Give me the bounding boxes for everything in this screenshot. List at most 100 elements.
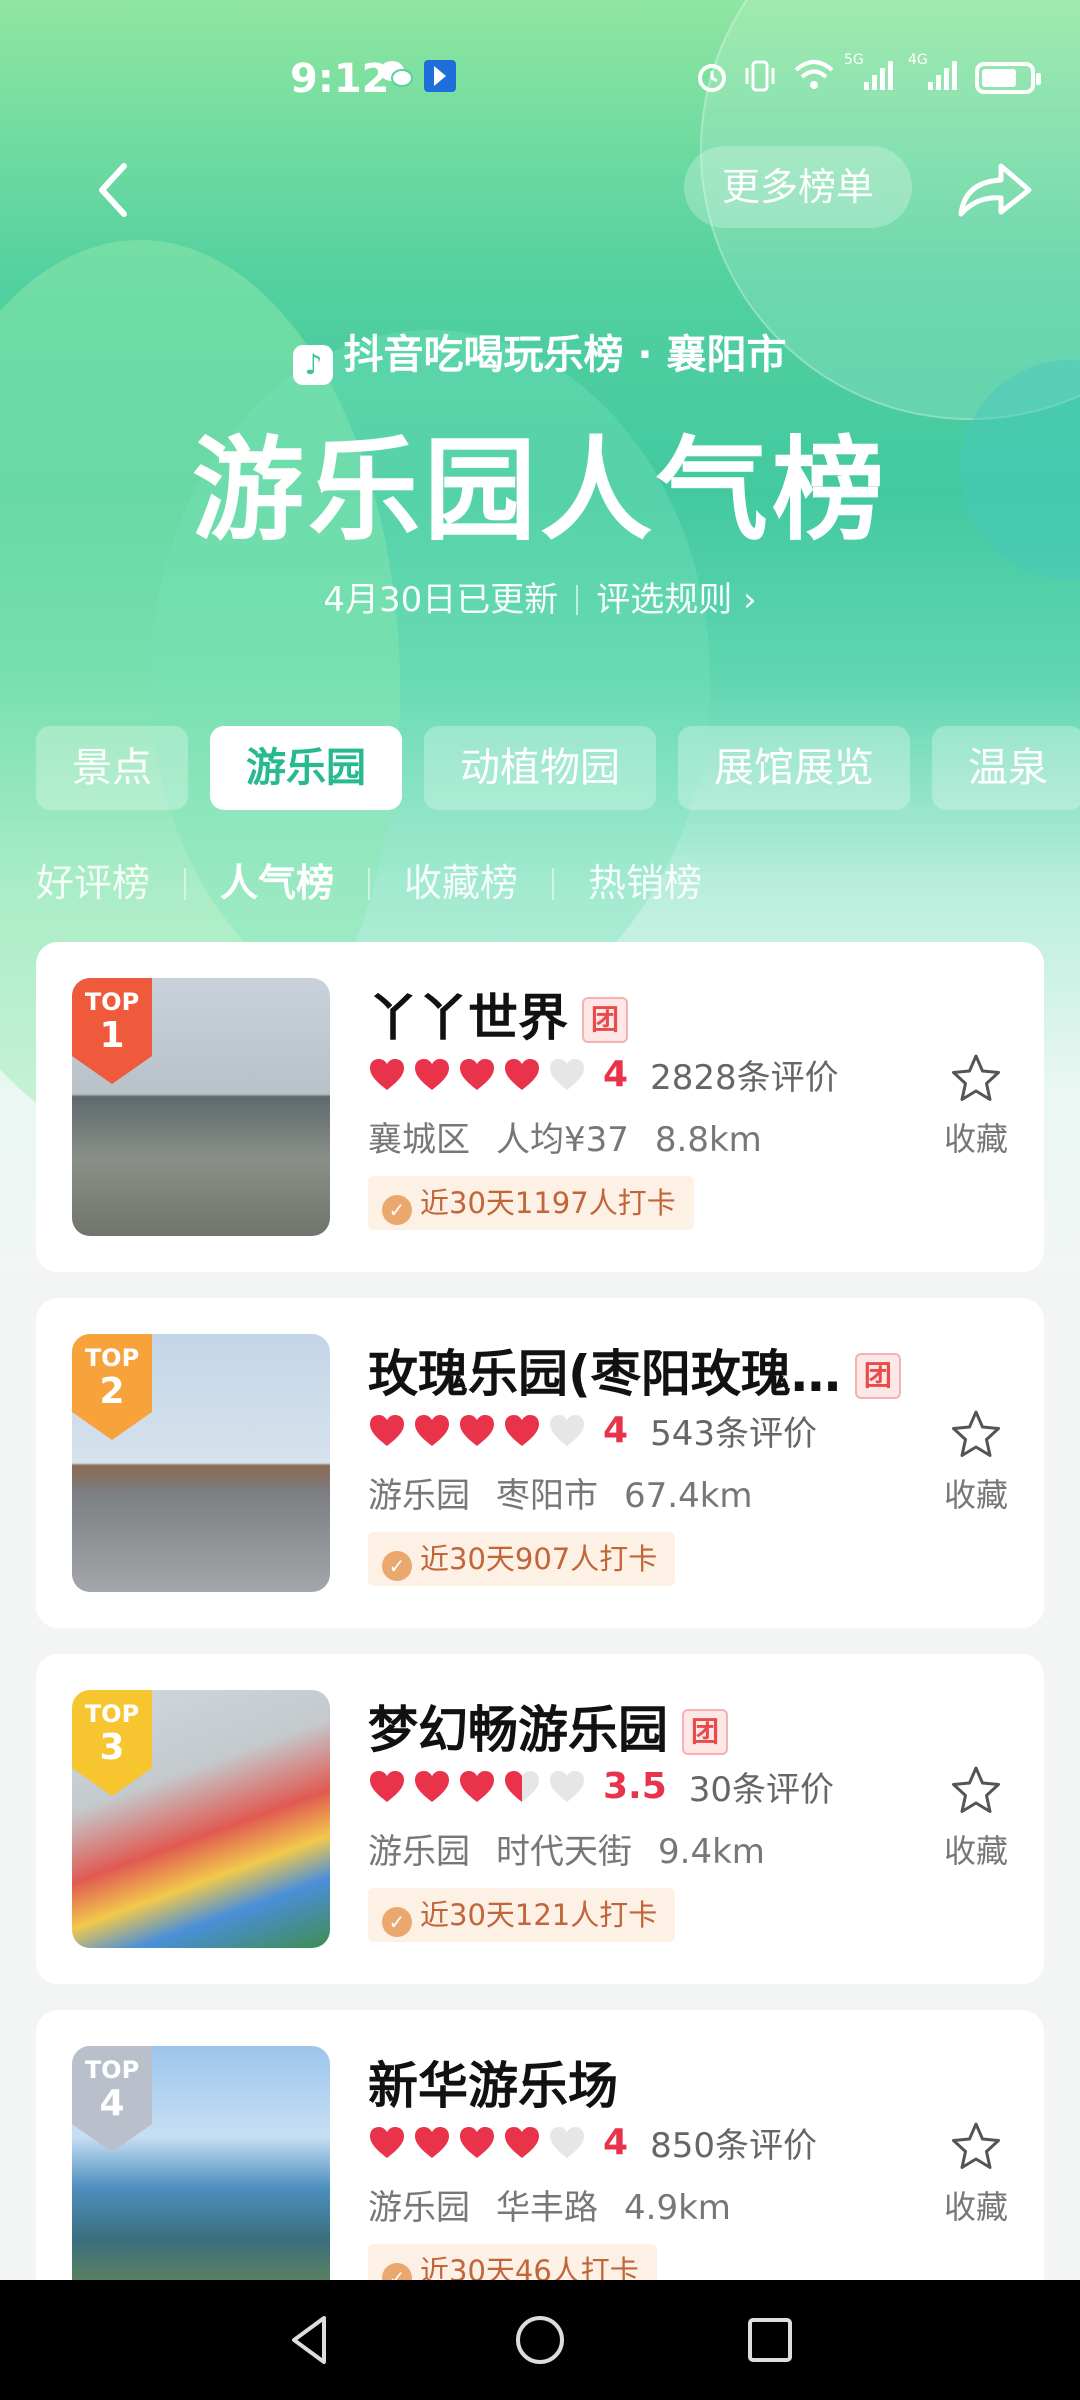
star-icon [952,1054,1000,1101]
nav-home-button[interactable] [510,2310,570,2370]
meta-location: 时代天街 [496,1832,632,1872]
meta-category: 襄城区 [368,1120,470,1160]
rank-top-label: TOP [84,1700,140,1728]
rating-heart-icon [370,2126,404,2158]
group-deal-badge: 团 [682,1709,728,1755]
vibrate-icon [742,58,778,103]
tab-exhibitions[interactable]: 展馆展览 [678,726,910,810]
subtab-favorites[interactable]: 收藏榜 [404,852,518,907]
rating-row: 4 2828条评价 [368,1050,839,1098]
subtab-popularity[interactable]: 人气榜 [220,852,334,907]
chevron-left-icon [99,163,127,217]
nav-recents-button[interactable] [740,2310,800,2370]
tab-hot-springs[interactable]: 温泉 [932,726,1080,810]
meta-distance: 4.9km [624,2188,731,2228]
favorite-label: 收藏 [943,1476,1008,1514]
venue-name: 玫瑰乐园(枣阳玫瑰… [368,1345,841,1403]
rank-number: 3 [99,1727,125,1768]
check-icon: ✓ [382,1907,412,1937]
review-count: 30条评价 [688,1770,835,1810]
rating-heart-icon [550,2126,584,2158]
checkin-badge: ✓ 近30天907人打卡 [368,1532,676,1586]
brand-label: 抖音吃喝玩乐榜 · 襄阳市 [343,332,787,378]
meta-location: 华丰路 [496,2188,598,2228]
favorite-button[interactable]: 收藏 [936,1764,1016,1872]
checkin-text: 近30天1197人打卡 [420,1186,676,1220]
signal-4g-label: 4G [908,52,928,68]
ranking-card[interactable]: TOP 2 玫瑰乐园(枣阳玫瑰… 团 4 543条评价 游乐园 枣阳市 67.4… [36,1298,1044,1628]
category-tabs: 景点 游乐园 动植物园 展馆展览 温泉 [36,726,1080,810]
more-rankings-button[interactable]: 更多榜单 [684,146,912,228]
back-button[interactable] [90,160,140,220]
rank-top-label: TOP [84,2056,140,2084]
star-icon [952,1410,1000,1457]
rank-number: 2 [99,1371,125,1412]
rating-heart-icon [370,1414,404,1446]
battery-icon [975,62,1041,94]
meta-location: 枣阳市 [496,1476,598,1516]
star-icon [952,1766,1000,1813]
share-button[interactable] [955,160,1035,220]
signal-5g-label: 5G [844,52,864,68]
check-icon: ✓ [382,1551,412,1581]
signal-5g-icon [862,58,896,101]
meta-category: 游乐园 [368,1832,470,1872]
rating-heart-icon [505,1770,539,1802]
venue-name-row[interactable]: 玫瑰乐园(枣阳玫瑰… 团 [368,1334,901,1406]
venue-meta: 游乐园 华丰路 4.9km [368,2180,757,2229]
meta-location: 人均¥37 [496,1120,629,1160]
rating-score: 4 [603,1054,629,1095]
rating-score: 3.5 [603,1766,667,1807]
ranking-brand: ♪ 抖音吃喝玩乐榜 · 襄阳市 [0,322,1080,385]
venue-meta: 游乐园 枣阳市 67.4km [368,1468,779,1517]
rating-row: 4 850条评价 [368,2118,817,2166]
venue-meta: 襄城区 人均¥37 8.8km [368,1112,788,1161]
venue-name-row[interactable]: 新华游乐场 [368,2046,618,2118]
meta-category: 游乐园 [368,1476,470,1516]
rating-heart-icon [370,1058,404,1090]
rating-heart-icon [550,1770,584,1802]
venue-name-row[interactable]: 丫丫世界团 [368,978,628,1050]
rating-heart-icon [505,1058,539,1090]
venue-photo[interactable]: TOP 2 [72,1334,330,1592]
rating-heart-icon [550,1414,584,1446]
venue-photo[interactable]: TOP 3 [72,1690,330,1948]
venue-photo[interactable]: TOP 4 [72,2046,330,2304]
tab-amusement-park[interactable]: 游乐园 [210,726,402,810]
tab-zoo-botanical[interactable]: 动植物园 [424,726,656,810]
ranking-card[interactable]: TOP 1 丫丫世界团 4 2828条评价 襄城区人均¥37 8.8km ✓ 近… [36,942,1044,1272]
circle-home-icon [516,2316,564,2364]
wechat-icon [378,58,414,99]
meta-distance: 8.8km [654,1120,762,1160]
update-info: 4月30日已更新 评选规则 › [0,572,1080,621]
status-time: 9:12 [290,56,390,102]
favorite-label: 收藏 [943,2188,1008,2226]
system-nav-bar [0,2280,1080,2400]
divider [576,585,579,615]
rank-top-label: TOP [84,988,140,1016]
rating-heart-icon [505,2126,539,2158]
square-recents-icon [748,2318,792,2362]
subtab-good-reviews[interactable]: 好评榜 [36,852,150,907]
favorite-button[interactable]: 收藏 [936,1408,1016,1516]
subtab-best-selling[interactable]: 热销榜 [588,852,702,907]
favorite-button[interactable]: 收藏 [936,2120,1016,2228]
tab-scenic[interactable]: 景点 [36,726,188,810]
favorite-label: 收藏 [943,1120,1008,1158]
rank-number: 4 [99,2083,125,2124]
venue-photo[interactable]: TOP 1 [72,978,330,1236]
rank-badge: TOP 4 [72,2046,152,2152]
rating-heart-icon [415,1414,449,1446]
rules-link[interactable]: 评选规则 › [596,580,756,620]
app-notification-icon [422,58,458,103]
venue-name-row[interactable]: 梦幻畅游乐园团 [368,1690,728,1762]
review-count: 850条评价 [650,2126,817,2166]
favorite-button[interactable]: 收藏 [936,1052,1016,1160]
rating-heart-icon [460,1058,494,1090]
favorite-label: 收藏 [943,1832,1008,1870]
douyin-logo-icon: ♪ [293,345,334,385]
ranking-card[interactable]: TOP 3 梦幻畅游乐园团 3.5 30条评价 游乐园 时代天街 9.4km ✓… [36,1654,1044,1984]
nav-back-button[interactable] [280,2310,340,2370]
rating-heart-icon [550,1058,584,1090]
checkin-text: 近30天121人打卡 [420,1898,658,1932]
